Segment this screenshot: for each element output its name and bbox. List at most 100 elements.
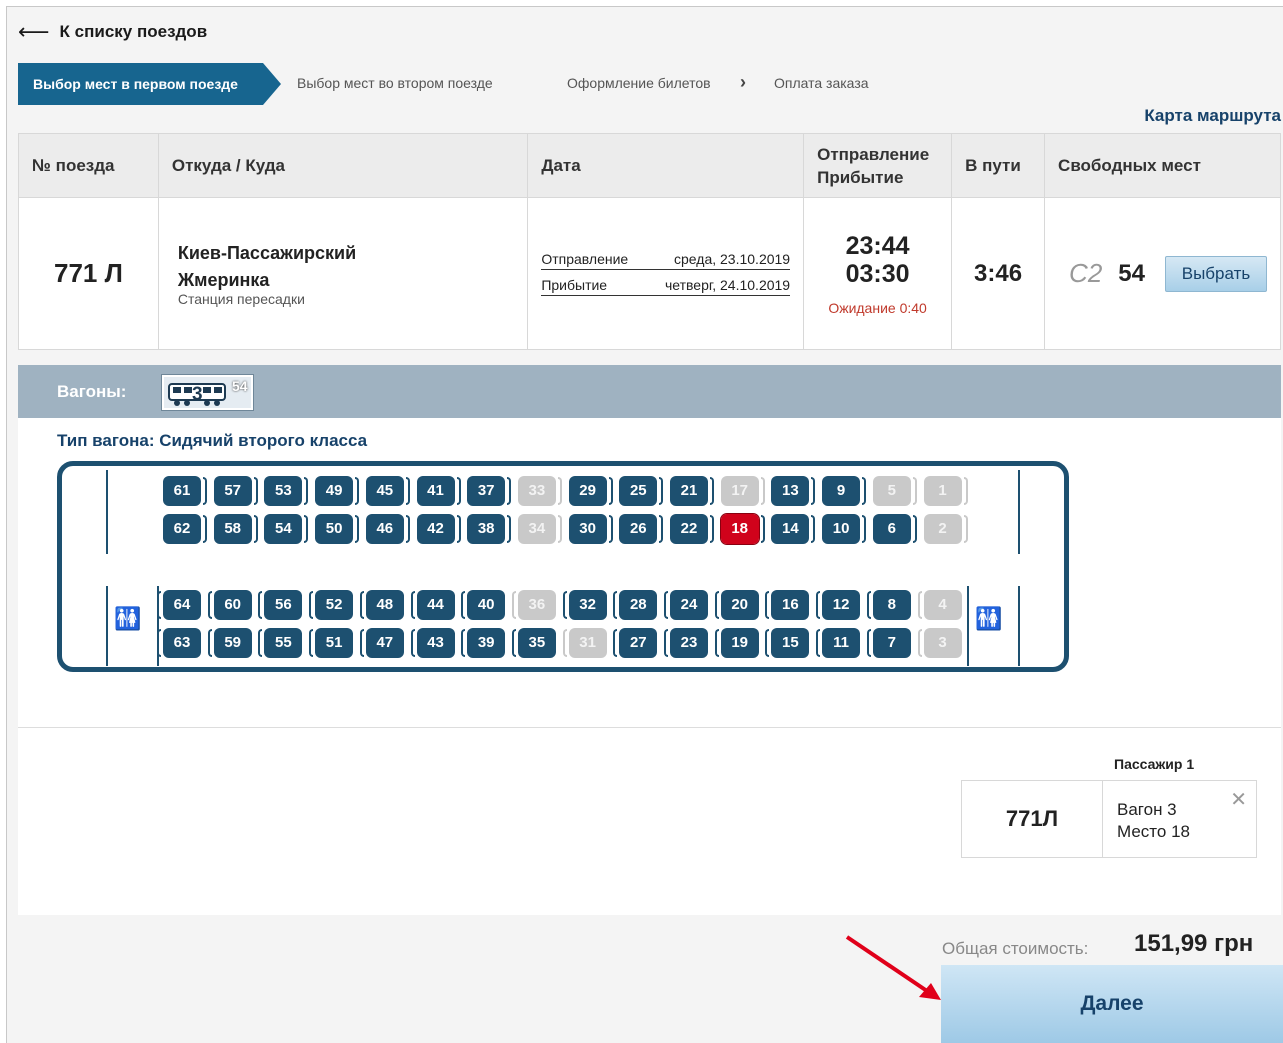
seat-selected[interactable]: 18 bbox=[719, 513, 765, 545]
seat[interactable]: 42 bbox=[416, 514, 461, 544]
seat-number: 15 bbox=[782, 634, 799, 651]
seat[interactable]: 30 bbox=[568, 514, 613, 544]
seat[interactable]: 55 bbox=[258, 628, 303, 658]
seat[interactable]: 23 bbox=[664, 628, 708, 658]
table-row: 771 Л Киев-Пассажирский Жмеринка Станция… bbox=[18, 197, 1281, 350]
seat-number: 41 bbox=[427, 482, 444, 499]
seat[interactable]: 52 bbox=[309, 590, 354, 620]
route-map-link[interactable]: Карта маршрута bbox=[1144, 106, 1281, 126]
seat-number: 63 bbox=[173, 634, 191, 651]
seat[interactable]: 10 bbox=[822, 514, 867, 544]
step-second-train[interactable]: Выбор мест во втором поезде bbox=[297, 75, 493, 91]
seat-back-icon bbox=[866, 629, 871, 657]
seat[interactable]: 37 bbox=[467, 476, 512, 506]
ticket-seat: Место 18 bbox=[1117, 822, 1190, 841]
header-from-to: Откуда / Куда bbox=[157, 133, 529, 198]
step-tickets[interactable]: Оформление билетов bbox=[567, 75, 711, 91]
seat-back-icon bbox=[456, 477, 461, 505]
seat[interactable]: 26 bbox=[619, 514, 664, 544]
seat-back-icon bbox=[710, 515, 714, 543]
passenger-label: Пассажир 1 bbox=[1114, 756, 1195, 772]
seat-number: 39 bbox=[477, 634, 495, 651]
seat-back-icon bbox=[811, 515, 816, 543]
seat[interactable]: 12 bbox=[816, 590, 861, 620]
wagon-number: 3 bbox=[192, 384, 203, 405]
seat[interactable]: 39 bbox=[461, 628, 506, 658]
seat[interactable]: 57 bbox=[213, 476, 258, 506]
back-to-trains-link[interactable]: ⟵ К списку поездов bbox=[18, 21, 208, 43]
seat[interactable]: 63 bbox=[157, 628, 201, 658]
header-train-no: № поезда bbox=[18, 133, 159, 198]
seat[interactable]: 59 bbox=[207, 628, 252, 658]
seat[interactable]: 56 bbox=[258, 590, 303, 620]
seat-number: 11 bbox=[833, 634, 850, 651]
seat[interactable]: 6 bbox=[872, 514, 917, 544]
seat[interactable]: 28 bbox=[613, 590, 658, 620]
seat-back-icon bbox=[608, 477, 613, 505]
seat[interactable]: 44 bbox=[410, 590, 455, 620]
seat[interactable]: 29 bbox=[568, 476, 613, 506]
seat-back-icon bbox=[461, 591, 466, 619]
seat[interactable]: 25 bbox=[619, 476, 664, 506]
seat[interactable]: 14 bbox=[771, 514, 816, 544]
date-cell: Отправление среда, 23.10.2019 Прибытие ч… bbox=[527, 197, 805, 350]
seat-number: 1 bbox=[938, 482, 947, 499]
seat[interactable]: 61 bbox=[163, 476, 207, 506]
seat[interactable]: 22 bbox=[670, 514, 714, 544]
seat[interactable]: 47 bbox=[359, 628, 404, 658]
ticket-train: 771Л bbox=[962, 781, 1103, 857]
seat[interactable]: 27 bbox=[613, 628, 658, 658]
choose-button[interactable]: Выбрать bbox=[1165, 255, 1267, 292]
seat-number: 45 bbox=[376, 482, 394, 499]
seat[interactable]: 51 bbox=[309, 628, 354, 658]
seat-number: 23 bbox=[680, 634, 698, 651]
seat[interactable]: 16 bbox=[765, 590, 810, 620]
seat-number: 3 bbox=[938, 634, 947, 651]
seat[interactable]: 24 bbox=[664, 590, 708, 620]
step-payment[interactable]: Оплата заказа bbox=[774, 75, 869, 91]
seat[interactable]: 19 bbox=[714, 628, 759, 658]
seat[interactable]: 11 bbox=[816, 628, 861, 658]
seat-number: 22 bbox=[680, 520, 698, 537]
seat[interactable]: 60 bbox=[207, 590, 252, 620]
wagon-type-label: Тип вагона: Сидячий второго класса bbox=[57, 431, 368, 450]
seat[interactable]: 46 bbox=[365, 514, 410, 544]
seat[interactable]: 7 bbox=[866, 628, 911, 658]
close-icon[interactable]: ✕ bbox=[1230, 790, 1247, 810]
seat[interactable]: 13 bbox=[771, 476, 816, 506]
next-button[interactable]: Далее bbox=[941, 965, 1283, 1043]
seat[interactable]: 48 bbox=[359, 590, 404, 620]
seat[interactable]: 58 bbox=[213, 514, 258, 544]
seat-number: 21 bbox=[680, 482, 698, 499]
seat[interactable]: 41 bbox=[416, 476, 461, 506]
seat-back-icon bbox=[963, 477, 968, 505]
from-to-cell: Киев-Пассажирский Жмеринка Станция перес… bbox=[157, 197, 529, 350]
seat[interactable]: 43 bbox=[410, 628, 455, 658]
seat-number: 51 bbox=[325, 634, 343, 651]
seat[interactable]: 35 bbox=[511, 628, 556, 658]
step-first-train[interactable]: Выбор мест в первом поезде bbox=[18, 63, 281, 105]
seat[interactable]: 53 bbox=[264, 476, 309, 506]
wagon-tab-3[interactable]: 3 54 bbox=[161, 374, 254, 411]
seat[interactable]: 54 bbox=[264, 514, 309, 544]
seat[interactable]: 40 bbox=[461, 590, 506, 620]
seat[interactable]: 32 bbox=[562, 590, 607, 620]
seat-number: 27 bbox=[629, 634, 647, 651]
seat[interactable]: 64 bbox=[157, 590, 201, 620]
seat[interactable]: 38 bbox=[467, 514, 512, 544]
back-link-label: К списку поездов bbox=[59, 22, 208, 41]
seat[interactable]: 15 bbox=[765, 628, 810, 658]
seat-back-icon bbox=[157, 629, 161, 657]
seat[interactable]: 8 bbox=[866, 590, 911, 620]
seat[interactable]: 50 bbox=[315, 514, 360, 544]
seat[interactable]: 21 bbox=[670, 476, 714, 506]
seat[interactable]: 62 bbox=[163, 514, 207, 544]
seat[interactable]: 9 bbox=[822, 476, 867, 506]
seat[interactable]: 45 bbox=[365, 476, 410, 506]
seat[interactable]: 49 bbox=[315, 476, 360, 506]
arrival-date-line: Прибытие четверг, 24.10.2019 bbox=[541, 277, 791, 296]
arrival-label: Прибытие bbox=[541, 277, 608, 293]
seat[interactable]: 20 bbox=[714, 590, 759, 620]
class-code: С2 bbox=[1069, 258, 1103, 288]
seat-number: 24 bbox=[680, 596, 698, 613]
